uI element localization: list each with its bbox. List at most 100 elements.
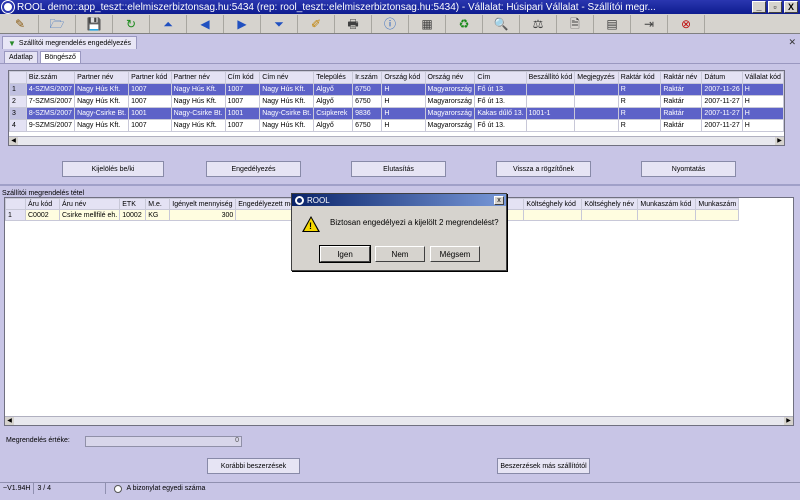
table-cell[interactable]: Magyarország [424, 95, 476, 108]
orders-column-header[interactable]: Biz.szám [25, 71, 76, 84]
pane-close-icon[interactable]: ✕ [788, 37, 796, 48]
table-cell[interactable] [574, 119, 619, 132]
table-cell[interactable]: 7-SZMS/2007 [25, 95, 76, 108]
table-cell[interactable] [695, 209, 740, 221]
approve-button[interactable]: Engedélyezés [206, 161, 301, 177]
table-cell[interactable]: H [381, 119, 426, 132]
scroll-right-icon[interactable]: ▶ [784, 417, 793, 425]
table-cell[interactable]: 1007 [128, 119, 172, 132]
table-cell[interactable]: C0002 [25, 209, 60, 221]
no-button[interactable]: Nem [375, 246, 425, 262]
table-cell[interactable]: R [617, 83, 662, 96]
other-supplier-purchases-button[interactable]: Beszerzések más szállítótól [497, 458, 590, 474]
table-cell[interactable]: Nagy Hús Kft. [170, 95, 226, 108]
table-cell[interactable]: KG [145, 209, 171, 221]
scroll-left-icon[interactable]: ◀ [5, 417, 14, 425]
table-cell[interactable] [574, 83, 619, 96]
table-cell[interactable]: Nagy Hús Kft. [259, 95, 315, 108]
table-cell[interactable]: Nagy Hús Kft. [170, 119, 226, 132]
table-cell[interactable]: Nagy-Csirke Bt. [74, 107, 130, 120]
print-button[interactable]: Nyomtatás [641, 161, 736, 177]
items-column-header[interactable]: Áru kód [25, 198, 60, 210]
orders-grid[interactable]: Biz.szám Partner név Partner kód Partner né… [8, 70, 785, 146]
scroll-left-icon[interactable]: ◀ [9, 137, 18, 145]
scroll-right-icon[interactable]: ▶ [775, 137, 784, 145]
orders-column-header[interactable]: Partner név [170, 71, 226, 84]
table-cell[interactable]: Magyarország [424, 83, 476, 96]
table-cell[interactable]: 2007-11-26 [701, 83, 743, 96]
prev-icon[interactable]: ◀ [187, 14, 224, 33]
table-cell[interactable]: 6750 [352, 119, 383, 132]
table-cell[interactable]: Nagy Hús Kft. [74, 119, 130, 132]
table-row[interactable]: 2 7-SZMS/2007 Nagy Hús Kft. 1007 Nagy Hús Kf… [9, 95, 784, 108]
items-column-header[interactable]: Költséghely kód [523, 198, 583, 210]
items-hscrollbar[interactable]: ◀ ▶ [5, 416, 793, 425]
table-cell[interactable]: H [741, 83, 784, 96]
table-cell[interactable]: H [381, 107, 426, 120]
maximize-button[interactable]: ▫ [768, 1, 782, 13]
orders-column-header[interactable]: Vállalat kód [741, 71, 784, 84]
table-cell[interactable]: Nagy-Csirke Bt. [259, 107, 315, 120]
table-cell[interactable]: 1007 [224, 95, 261, 108]
tab-bongeszo[interactable]: Böngésző [39, 51, 81, 63]
orders-column-header[interactable]: Dátum [701, 71, 743, 84]
unique-number-radio[interactable] [114, 484, 123, 493]
items-column-header[interactable]: Igényelt mennyiség [169, 198, 237, 210]
items-column-header[interactable]: Költséghely név [581, 198, 639, 210]
table-cell[interactable]: 9836 [352, 107, 383, 120]
dialog-close-button[interactable]: x [494, 195, 504, 205]
orders-column-header[interactable]: Cím név [259, 71, 315, 84]
table-cell[interactable]: Algyő [313, 119, 354, 132]
table-cell[interactable]: H [741, 119, 784, 132]
table-cell[interactable]: H [741, 107, 784, 120]
orders-column-header[interactable]: Megjegyzés [574, 71, 619, 84]
table-cell[interactable]: Nagy Hús Kft. [74, 95, 130, 108]
earlier-purchases-button[interactable]: Korábbi beszerzések [207, 458, 300, 474]
table-cell[interactable]: Fő út 13. [474, 83, 527, 96]
refresh-green-icon[interactable]: ↻ [113, 14, 150, 33]
table-row[interactable]: 4 9-SZMS/2007 Nagy Hús Kft. 1007 Nagy Hús Kf… [9, 119, 784, 132]
table-cell[interactable]: H [741, 95, 784, 108]
table-cell[interactable]: 1001 [224, 107, 261, 120]
table-cell[interactable]: 8-SZMS/2007 [25, 107, 76, 120]
table-cell[interactable] [525, 119, 576, 132]
orders-column-header[interactable]: Ir.szám [352, 71, 383, 84]
table-cell[interactable]: 1007 [128, 95, 172, 108]
toggle-mark-button[interactable]: Kijelölés be/ki [62, 161, 164, 177]
table-cell[interactable]: 1007 [224, 119, 261, 132]
items-column-header[interactable]: Munkaszám kód [637, 198, 697, 210]
down-last-icon[interactable]: ⏷ [261, 14, 298, 33]
table-cell[interactable]: R [617, 107, 662, 120]
tab-adatlap[interactable]: Adatlap [4, 51, 38, 63]
reject-button[interactable]: Elutasítás [351, 161, 446, 177]
table-cell[interactable]: 10002 [119, 209, 147, 221]
table-cell[interactable] [525, 83, 576, 96]
note-icon[interactable]: ✐ [298, 14, 335, 33]
table-cell[interactable]: H [381, 83, 426, 96]
table-cell[interactable]: Fő út 13. [474, 95, 527, 108]
table-cell[interactable]: 1001-1 [525, 107, 576, 120]
back-to-recorder-button[interactable]: Vissza a rögzítőnek [496, 161, 591, 177]
pencil-edit-icon[interactable]: ✎ [2, 14, 39, 33]
table-cell[interactable]: 1007 [224, 83, 261, 96]
items-column-header[interactable]: Áru név [58, 198, 121, 210]
yes-button[interactable]: Igen [319, 245, 371, 263]
orders-hscrollbar[interactable]: ◀ ▶ [9, 136, 784, 145]
table-cell[interactable] [525, 95, 576, 108]
orders-column-header[interactable]: Település [313, 71, 354, 84]
table-cell[interactable]: 1007 [128, 83, 172, 96]
table-cell[interactable]: 300 [169, 209, 237, 221]
grid-icon[interactable]: ▤ [594, 14, 631, 33]
table-cell[interactable]: Raktár [660, 119, 703, 132]
table-row[interactable]: 1 4-SZMS/2007 Nagy Hús Kft. 1007 Nagy Hús Kf… [9, 83, 784, 96]
table-row[interactable]: 3 8-SZMS/2007 Nagy-Csirke Bt. 1001 Nagy-Csir… [9, 107, 784, 120]
search-icon[interactable]: 🔍 [483, 14, 520, 33]
close-button[interactable]: X [784, 1, 798, 13]
orders-column-header[interactable]: Raktár név [660, 71, 703, 84]
table-cell[interactable]: Fő út 13. [474, 119, 527, 132]
table-cell[interactable]: Nagy Hús Kft. [74, 83, 130, 96]
orders-column-header[interactable]: Cím kód [224, 71, 261, 84]
table-cell[interactable]: Algyő [313, 95, 354, 108]
up-first-icon[interactable]: ⏶ [150, 14, 187, 33]
save-disk-icon[interactable]: 💾 [76, 14, 113, 33]
